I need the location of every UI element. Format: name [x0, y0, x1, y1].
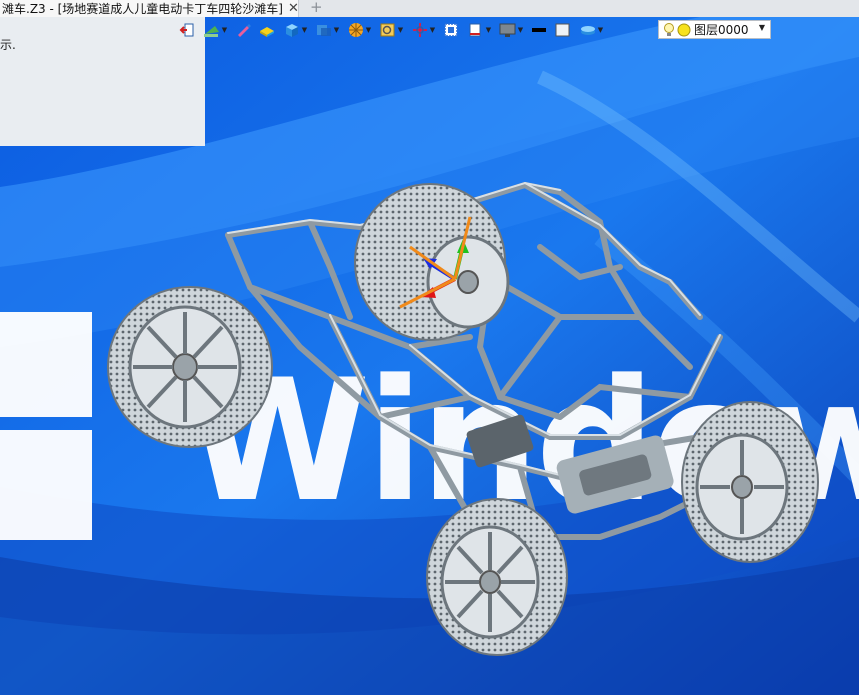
buggy-model[interactable]	[0, 17, 859, 695]
layer-select-value: 图层0000	[694, 23, 749, 37]
view-toolbar: ▼ ▼ ▼ ▼ ▼ ▼ ▼ ▼ ▼	[176, 17, 606, 43]
chevron-down-icon: ▼	[365, 26, 372, 34]
clean-button[interactable]: ▼	[200, 20, 230, 40]
new-tab-button[interactable]: +	[310, 0, 323, 16]
render-mode-icon	[348, 23, 363, 37]
chevron-down-icon: ▼	[333, 26, 340, 34]
view-cube-icon	[316, 25, 331, 36]
fill-color-icon	[555, 23, 570, 37]
chevron-down-icon: ▼	[221, 26, 228, 34]
yellow-solid-icon	[260, 27, 274, 37]
cube-icon	[285, 24, 298, 37]
render-mode-button[interactable]: ▼	[344, 20, 374, 40]
wheel-front-right	[426, 498, 568, 656]
select-icon	[444, 23, 458, 37]
exit-button[interactable]	[176, 20, 198, 40]
chevron-down-icon: ▼	[517, 26, 524, 34]
line-color-icon	[532, 28, 546, 32]
lightbulb-icon	[664, 22, 674, 36]
align-button[interactable]: ▼	[464, 20, 494, 40]
shape-button[interactable]: ▼	[280, 20, 310, 40]
chevron-down-icon: ▼	[758, 23, 765, 32]
pan-button[interactable]: ▼	[408, 20, 438, 40]
pan-icon	[412, 23, 427, 37]
display-button[interactable]: ▼	[496, 20, 526, 40]
align-icon	[469, 23, 481, 37]
view-orientation-button[interactable]: ▼	[312, 20, 342, 40]
fill-color-button[interactable]	[552, 20, 574, 40]
wheel-rear-right	[681, 401, 819, 563]
chevron-down-icon: ▼	[485, 26, 492, 34]
layer-manager-button[interactable]: ▼	[576, 20, 606, 40]
sketch-button[interactable]	[232, 20, 254, 40]
layer-stack-icon	[580, 26, 595, 35]
chevron-down-icon: ▼	[301, 26, 308, 34]
pencil-icon	[238, 24, 251, 37]
solid-button[interactable]	[256, 20, 278, 40]
close-tab-icon[interactable]: ✕	[288, 2, 299, 15]
layer-select[interactable]: 图层0000 ▼	[658, 20, 771, 39]
tab-strip: 滩车.Z3 - [场地赛道成人儿童电动卡丁车四轮沙滩车] ✕ +	[0, 0, 859, 17]
wheel-front-left	[107, 286, 273, 448]
layer-status-dot-icon	[677, 23, 691, 36]
clean-icon	[203, 26, 219, 37]
line-color-button[interactable]	[528, 20, 550, 40]
document-tab[interactable]: 滩车.Z3 - [场地赛道成人儿童电动卡丁车四轮沙滩车] ✕	[0, 0, 299, 17]
3d-viewport[interactable]: Windows 示.	[0, 17, 859, 695]
zoom-fit-icon	[380, 23, 395, 37]
select-button[interactable]	[440, 20, 462, 40]
monitor-icon	[499, 23, 516, 37]
chevron-down-icon: ▼	[597, 26, 604, 34]
document-tab-title: 滩车.Z3 - [场地赛道成人儿童电动卡丁车四轮沙滩车]	[2, 2, 283, 16]
chevron-down-icon: ▼	[397, 26, 404, 34]
zoom-button[interactable]: ▼	[376, 20, 406, 40]
exit-icon	[179, 23, 194, 37]
chevron-down-icon: ▼	[429, 26, 436, 34]
